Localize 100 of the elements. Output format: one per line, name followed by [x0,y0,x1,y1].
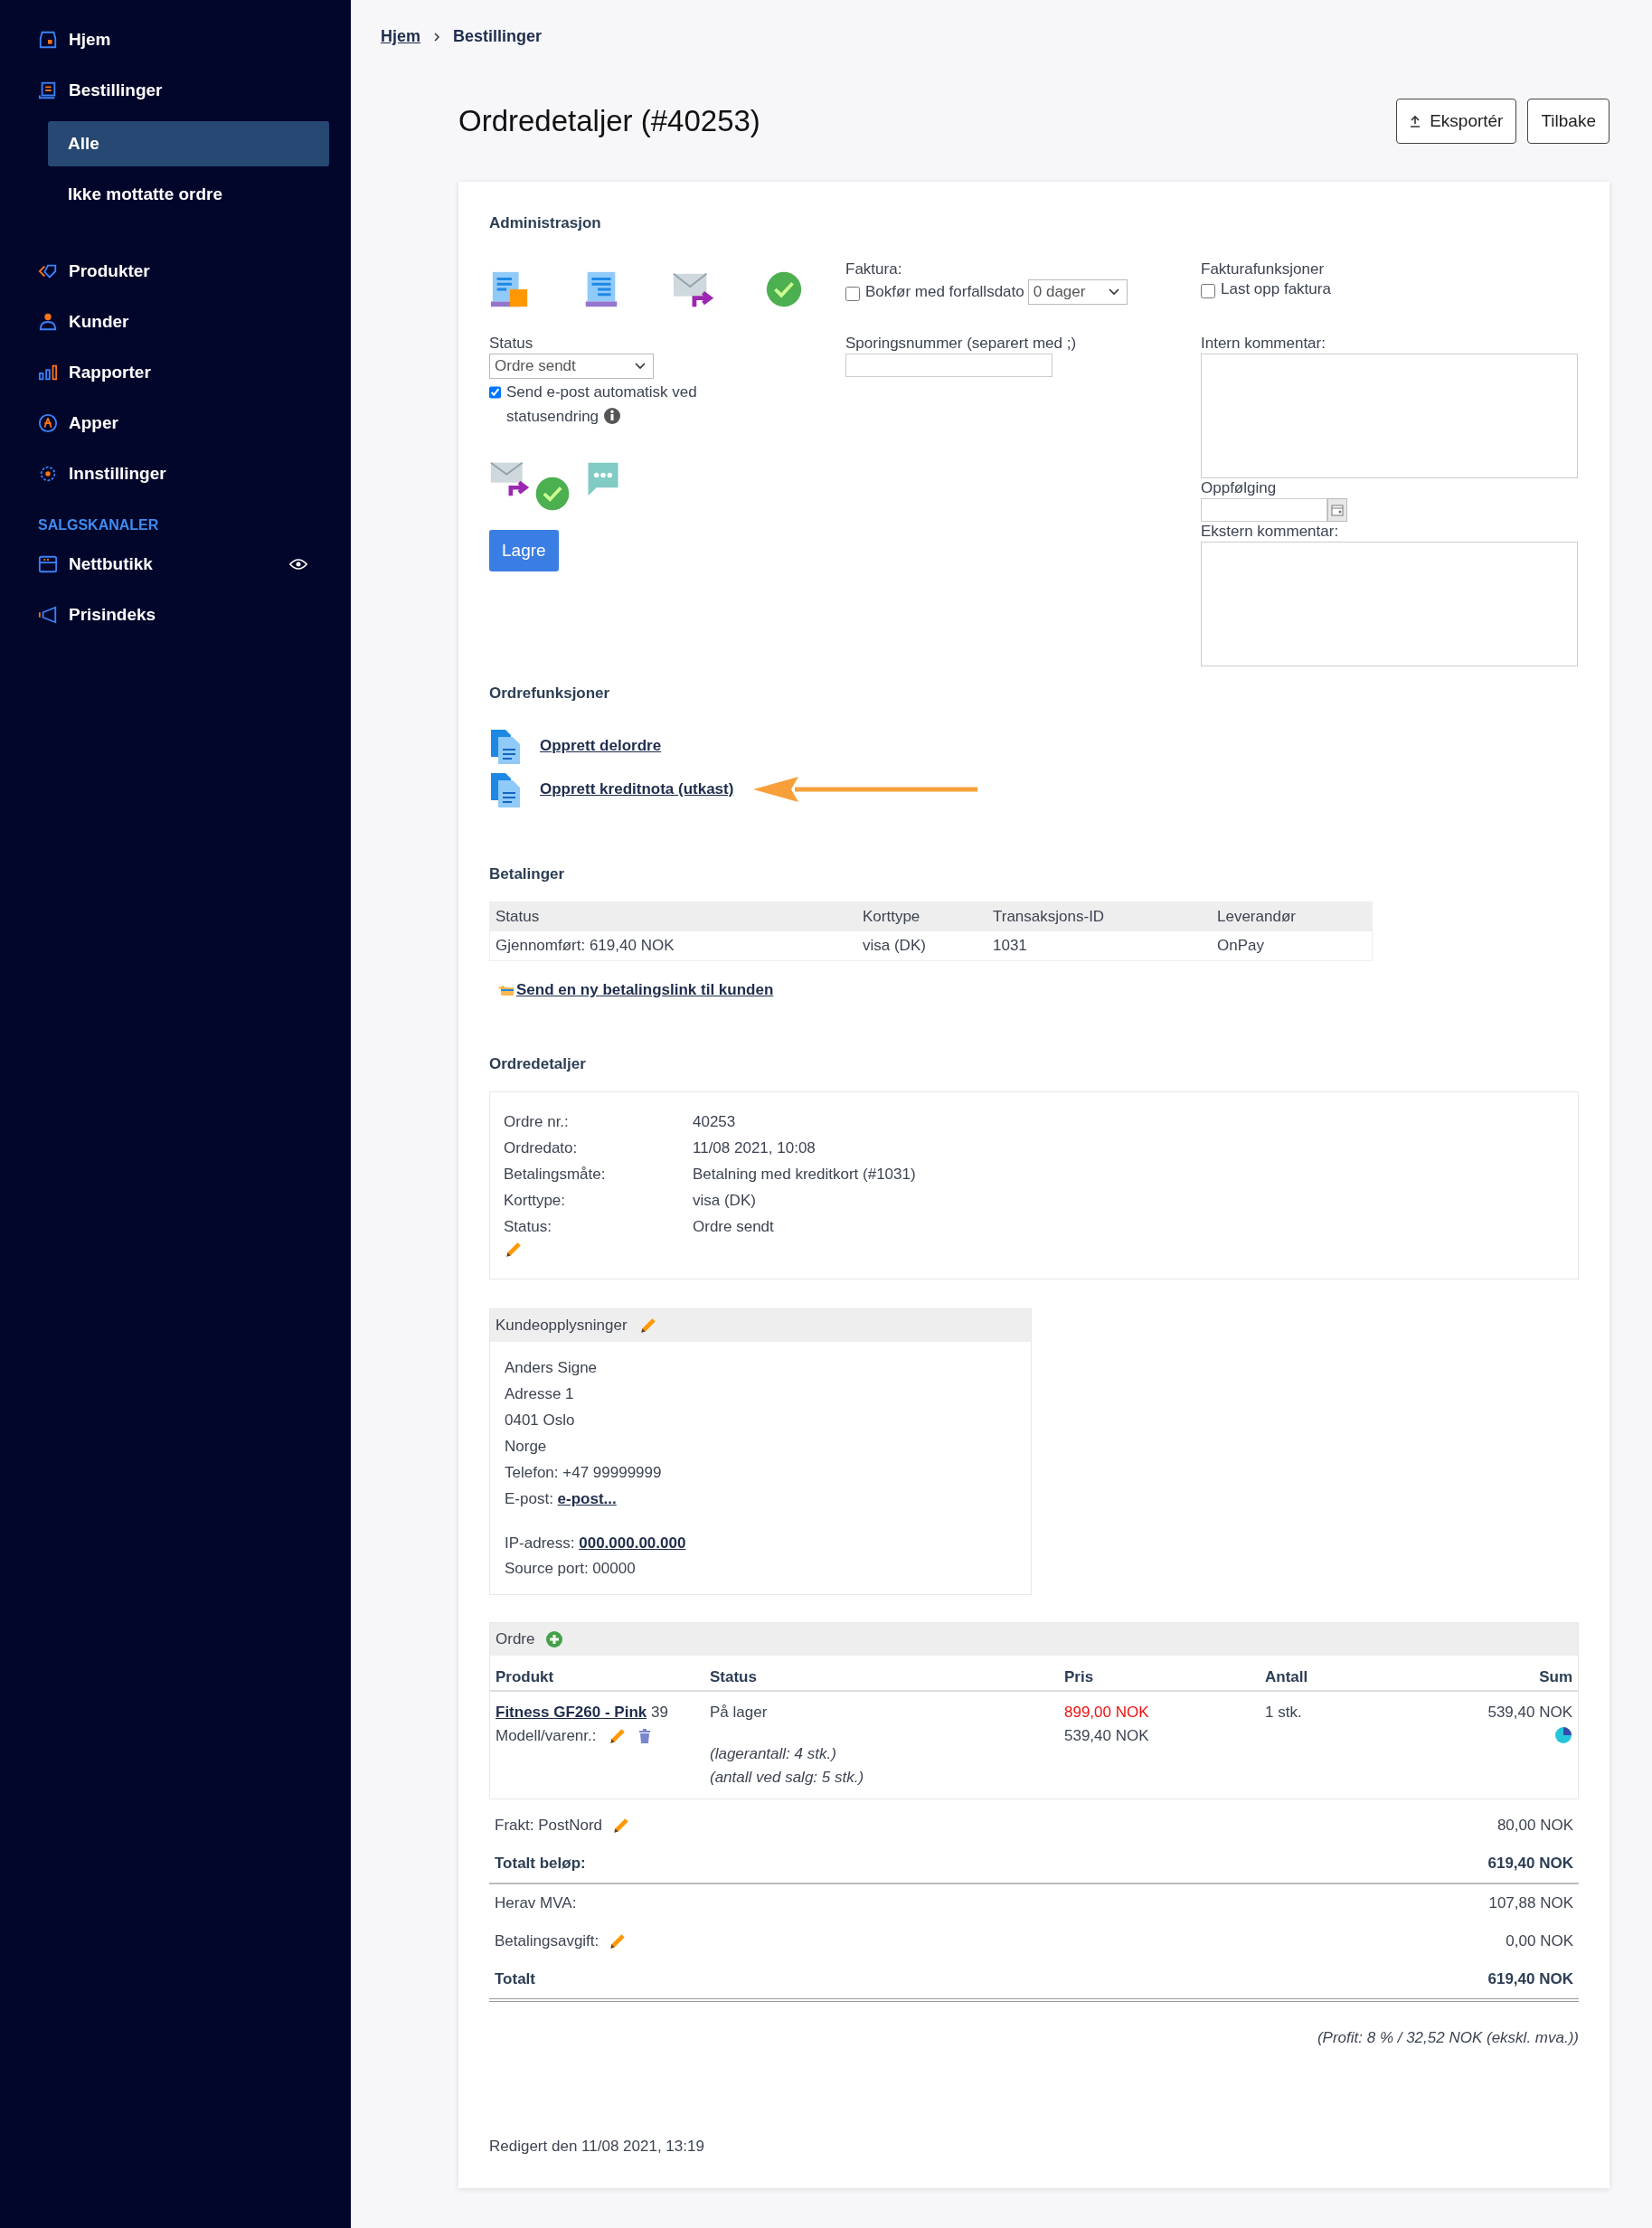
panel-title: Kundeopplysninger [496,1317,628,1335]
column-header: Status [489,902,857,931]
field-label: Korttype: [504,1191,567,1211]
summary-label: Totalt beløp: [495,1855,586,1873]
nav-item[interactable]: Innstillinger [0,448,351,499]
field-label: Sporingsnummer (separert med ;) [845,334,1077,354]
section-heading: Ordredetaljer [489,1055,587,1073]
field-label: Faktura: [845,260,902,279]
tracking-field[interactable] [845,354,1053,377]
header-button[interactable]: Eksportér [1396,99,1517,144]
column-header: Leverandør [1212,902,1373,931]
nav-subitem[interactable]: Ikke mottatte ordre [48,172,329,217]
field-label: Fakturafunksjoner [1201,260,1325,279]
breadcrumb-current[interactable]: Bestillinger [453,27,543,46]
section-heading: Administrasjon [489,214,602,232]
email-link[interactable]: e-post... [557,1490,617,1507]
column-header: Antall [1260,1656,1374,1691]
person-icon [38,312,58,332]
profit-note: (Profit: 8 % / 32,52 NOK (ekskl. mva.)) [1316,2029,1579,2047]
column-header: Produkt [490,1656,704,1691]
apps-icon [38,413,58,433]
pencil-icon[interactable] [504,1240,524,1260]
nav-item[interactable]: Prisindeks [0,590,351,640]
checkbox-label: Send e-post automatisk ved statusendring [506,382,698,427]
column-header: Transaksjons-ID [987,902,1212,931]
summary-value: 107,88 NOK [1488,1894,1573,1912]
store-icon [38,554,58,574]
ip-link[interactable]: 000.000.00.000 [579,1534,686,1552]
chevron-down-icon [635,363,646,370]
upload-icon [1410,115,1421,127]
column-header: Sum [1374,1656,1578,1691]
table-cell: visa (DK) [857,931,987,961]
calendar-icon [1331,504,1344,516]
eye-icon[interactable] [289,558,307,571]
price: 539,40 NOK [1064,1726,1150,1746]
add-icon[interactable] [545,1630,564,1648]
summary-value: 80,00 NOK [1496,1817,1573,1835]
nav-item[interactable]: Kunder [0,297,351,347]
customer-info: 0401 Oslo [505,1411,576,1430]
checkbox[interactable] [1201,283,1215,298]
chevron-down-icon [1108,288,1119,296]
breadcrumb-link[interactable]: Hjem [381,27,420,46]
bar-chart-icon [38,363,58,382]
checkbox-label: Bokfør med forfallsdato [865,282,1024,302]
stock-note: (antall ved salg: 5 stk.) [710,1768,865,1788]
line-sum: 539,40 NOK [1487,1703,1572,1723]
nav-subitem[interactable]: Alle [48,121,329,166]
field-value: Ordre sendt [693,1217,774,1237]
customer-info: Norge [505,1437,548,1457]
stock-status: På lager [710,1703,769,1723]
list-icon [38,80,58,100]
save-button[interactable]: Lagre [489,530,559,571]
summary-label: Herav MVA: [495,1894,577,1912]
checkbox[interactable] [489,385,501,400]
status-select[interactable]: Ordre sendt [489,354,654,379]
days-select[interactable]: 0 dager [1027,279,1128,305]
header-button[interactable]: Tilbake [1527,99,1610,144]
date-field[interactable] [1201,498,1327,522]
field-label: Betalingsmåte: [504,1165,607,1185]
field-label: Oppfølging [1201,478,1277,498]
quantity: 1 stk. [1260,1691,1374,1798]
nav-item[interactable]: Bestillinger [0,65,351,116]
comment-field[interactable] [1201,354,1578,478]
megaphone-icon [38,605,58,625]
checkbox-label: Last opp faktura [1221,279,1331,299]
column-header: Korttype [857,902,987,931]
document-icon[interactable] [489,728,522,764]
summary-value: 619,40 NOK [1487,1970,1573,1988]
info-icon[interactable] [602,407,621,425]
table-cell: OnPay [1212,931,1373,961]
nav-item[interactable]: Produkter [0,246,351,297]
action-link[interactable]: Opprett kreditnota (utkast) [540,780,734,798]
checkbox[interactable] [845,286,860,301]
customer-info: Telefon: +47 99999999 [505,1463,663,1483]
panel-title: Ordre [496,1630,535,1648]
customer-info: Anders Signe [505,1358,599,1378]
comment-field[interactable] [1201,542,1578,666]
field-label: Ordredato: [504,1138,579,1158]
card-icon [496,984,514,996]
trash-icon[interactable] [637,1729,651,1743]
summary-value: 619,40 NOK [1487,1855,1573,1873]
customer-info: Adresse 1 [505,1384,575,1404]
home-icon [38,30,58,50]
payment-link[interactable]: Send en ny betalingslink til kunden [516,981,774,999]
nav-item[interactable]: Rapporter [0,347,351,398]
document-icon[interactable] [489,771,522,807]
nav-item[interactable]: Apper [0,398,351,448]
nav-item[interactable]: Hjem [0,14,351,65]
field-label: E-post: [505,1490,553,1507]
chevron-icon [433,31,440,42]
pie-chart-icon [1554,1726,1572,1744]
summary-label: Frakt: PostNord [495,1817,603,1835]
customer-info: Source port: 00000 [505,1559,637,1579]
action-link[interactable]: Opprett delordre [540,737,662,755]
calendar-button[interactable] [1327,498,1347,522]
field-label: Intern kommentar: [1201,334,1326,354]
column-header: Status [704,1656,1059,1691]
nav-item[interactable]: Nettbutikk [0,539,351,590]
product-link[interactable]: Fitness GF260 - Pink [496,1704,647,1721]
field-value: Betalning med kreditkort (#1031) [693,1165,916,1185]
